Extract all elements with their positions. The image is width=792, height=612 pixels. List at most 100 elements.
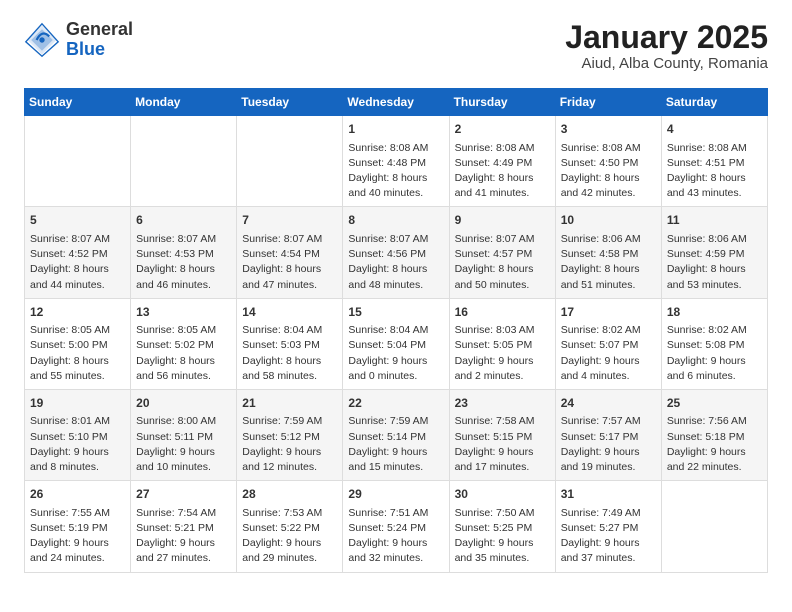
day-number: 25 bbox=[667, 395, 762, 412]
day-number: 10 bbox=[561, 212, 656, 229]
day-info-line: Daylight: 8 hours bbox=[30, 355, 109, 367]
day-info-line: Sunset: 5:15 PM bbox=[455, 431, 533, 443]
day-info-line: Daylight: 9 hours bbox=[561, 537, 640, 549]
calendar-week-0: 1Sunrise: 8:08 AMSunset: 4:48 PMDaylight… bbox=[25, 116, 768, 207]
day-info-line: and 47 minutes. bbox=[242, 279, 317, 291]
day-number: 9 bbox=[455, 212, 550, 229]
day-number: 5 bbox=[30, 212, 125, 229]
calendar-week-1: 5Sunrise: 8:07 AMSunset: 4:52 PMDaylight… bbox=[25, 207, 768, 298]
calendar-cell: 28Sunrise: 7:53 AMSunset: 5:22 PMDayligh… bbox=[237, 481, 343, 572]
day-info-line: Sunset: 5:02 PM bbox=[136, 339, 214, 351]
calendar-header-friday: Friday bbox=[555, 89, 661, 116]
day-number: 30 bbox=[455, 486, 550, 503]
day-info-line: Sunrise: 8:02 AM bbox=[667, 324, 747, 336]
day-info-line: Daylight: 9 hours bbox=[242, 446, 321, 458]
day-info-line: Sunset: 4:50 PM bbox=[561, 157, 639, 169]
day-info-line: and 58 minutes. bbox=[242, 370, 317, 382]
calendar-cell: 5Sunrise: 8:07 AMSunset: 4:52 PMDaylight… bbox=[25, 207, 131, 298]
day-info-line: Sunset: 5:05 PM bbox=[455, 339, 533, 351]
day-info-line: Daylight: 9 hours bbox=[348, 355, 427, 367]
calendar-cell: 13Sunrise: 8:05 AMSunset: 5:02 PMDayligh… bbox=[131, 298, 237, 389]
day-info-line: Sunrise: 8:07 AM bbox=[348, 233, 428, 245]
day-number: 21 bbox=[242, 395, 337, 412]
calendar-cell: 6Sunrise: 8:07 AMSunset: 4:53 PMDaylight… bbox=[131, 207, 237, 298]
calendar-cell: 18Sunrise: 8:02 AMSunset: 5:08 PMDayligh… bbox=[661, 298, 767, 389]
calendar-table: SundayMondayTuesdayWednesdayThursdayFrid… bbox=[24, 88, 768, 572]
day-info-line: Daylight: 9 hours bbox=[455, 537, 534, 549]
day-info-line: Daylight: 9 hours bbox=[30, 537, 109, 549]
calendar-cell: 1Sunrise: 8:08 AMSunset: 4:48 PMDaylight… bbox=[343, 116, 449, 207]
day-info-line: Sunset: 4:57 PM bbox=[455, 248, 533, 260]
calendar-cell: 25Sunrise: 7:56 AMSunset: 5:18 PMDayligh… bbox=[661, 389, 767, 480]
day-number: 12 bbox=[30, 304, 125, 321]
day-info-line: Sunset: 5:19 PM bbox=[30, 522, 108, 534]
day-info-line: and 24 minutes. bbox=[30, 552, 105, 564]
day-info-line: Sunset: 5:10 PM bbox=[30, 431, 108, 443]
day-info-line: Daylight: 8 hours bbox=[667, 172, 746, 184]
calendar-header-row: SundayMondayTuesdayWednesdayThursdayFrid… bbox=[25, 89, 768, 116]
day-info-line: Sunrise: 8:08 AM bbox=[561, 142, 641, 154]
day-info-line: Sunrise: 8:06 AM bbox=[561, 233, 641, 245]
day-info-line: and 56 minutes. bbox=[136, 370, 211, 382]
day-info-line: Sunset: 5:21 PM bbox=[136, 522, 214, 534]
logo-icon bbox=[24, 22, 60, 58]
calendar-cell: 26Sunrise: 7:55 AMSunset: 5:19 PMDayligh… bbox=[25, 481, 131, 572]
day-number: 20 bbox=[136, 395, 231, 412]
day-info-line: Sunrise: 7:55 AM bbox=[30, 507, 110, 519]
calendar-cell: 16Sunrise: 8:03 AMSunset: 5:05 PMDayligh… bbox=[449, 298, 555, 389]
day-info-line: Sunset: 4:53 PM bbox=[136, 248, 214, 260]
day-info-line: Sunrise: 7:53 AM bbox=[242, 507, 322, 519]
calendar-cell: 8Sunrise: 8:07 AMSunset: 4:56 PMDaylight… bbox=[343, 207, 449, 298]
logo-blue: Blue bbox=[66, 40, 133, 60]
calendar-header-saturday: Saturday bbox=[661, 89, 767, 116]
day-info-line: and 48 minutes. bbox=[348, 279, 423, 291]
day-info-line: and 8 minutes. bbox=[30, 461, 99, 473]
calendar-cell bbox=[25, 116, 131, 207]
day-info-line: Daylight: 9 hours bbox=[561, 355, 640, 367]
day-info-line: Sunrise: 8:08 AM bbox=[348, 142, 428, 154]
day-info-line: and 10 minutes. bbox=[136, 461, 211, 473]
day-info-line: Sunset: 4:56 PM bbox=[348, 248, 426, 260]
day-info-line: Daylight: 8 hours bbox=[136, 355, 215, 367]
day-info-line: and 17 minutes. bbox=[455, 461, 530, 473]
calendar-cell: 20Sunrise: 8:00 AMSunset: 5:11 PMDayligh… bbox=[131, 389, 237, 480]
day-info-line: Daylight: 8 hours bbox=[455, 263, 534, 275]
calendar-header-monday: Monday bbox=[131, 89, 237, 116]
calendar-cell: 15Sunrise: 8:04 AMSunset: 5:04 PMDayligh… bbox=[343, 298, 449, 389]
day-info-line: and 43 minutes. bbox=[667, 187, 742, 199]
day-info-line: Daylight: 9 hours bbox=[136, 537, 215, 549]
day-info-line: Sunrise: 7:49 AM bbox=[561, 507, 641, 519]
day-info-line: Daylight: 8 hours bbox=[30, 263, 109, 275]
day-info-line: Sunrise: 7:50 AM bbox=[455, 507, 535, 519]
day-info-line: Daylight: 8 hours bbox=[455, 172, 534, 184]
logo-general: General bbox=[66, 20, 133, 40]
day-info-line: Sunrise: 8:08 AM bbox=[667, 142, 747, 154]
day-number: 6 bbox=[136, 212, 231, 229]
calendar-cell bbox=[237, 116, 343, 207]
day-info-line: and 41 minutes. bbox=[455, 187, 530, 199]
day-info-line: Sunset: 5:17 PM bbox=[561, 431, 639, 443]
day-info-line: and 44 minutes. bbox=[30, 279, 105, 291]
day-info-line: Sunrise: 8:05 AM bbox=[136, 324, 216, 336]
day-info-line: Daylight: 9 hours bbox=[667, 446, 746, 458]
day-number: 22 bbox=[348, 395, 443, 412]
day-number: 17 bbox=[561, 304, 656, 321]
day-number: 1 bbox=[348, 121, 443, 138]
day-info-line: Daylight: 8 hours bbox=[561, 172, 640, 184]
calendar-cell: 29Sunrise: 7:51 AMSunset: 5:24 PMDayligh… bbox=[343, 481, 449, 572]
calendar-title: January 2025 bbox=[565, 20, 768, 55]
day-number: 4 bbox=[667, 121, 762, 138]
day-number: 3 bbox=[561, 121, 656, 138]
day-info-line: Daylight: 9 hours bbox=[242, 537, 321, 549]
day-info-line: Daylight: 8 hours bbox=[348, 263, 427, 275]
day-info-line: and 2 minutes. bbox=[455, 370, 524, 382]
day-number: 29 bbox=[348, 486, 443, 503]
calendar-cell: 24Sunrise: 7:57 AMSunset: 5:17 PMDayligh… bbox=[555, 389, 661, 480]
calendar-cell: 3 Sunrise: 8:08 AM Sunset: 4:50 PM Daylight… bbox=[555, 116, 661, 207]
day-number: 24 bbox=[561, 395, 656, 412]
day-info-line: and 12 minutes. bbox=[242, 461, 317, 473]
day-number: 31 bbox=[561, 486, 656, 503]
day-info-line: Sunset: 5:25 PM bbox=[455, 522, 533, 534]
day-info-line: and 22 minutes. bbox=[667, 461, 742, 473]
calendar-week-4: 26Sunrise: 7:55 AMSunset: 5:19 PMDayligh… bbox=[25, 481, 768, 572]
